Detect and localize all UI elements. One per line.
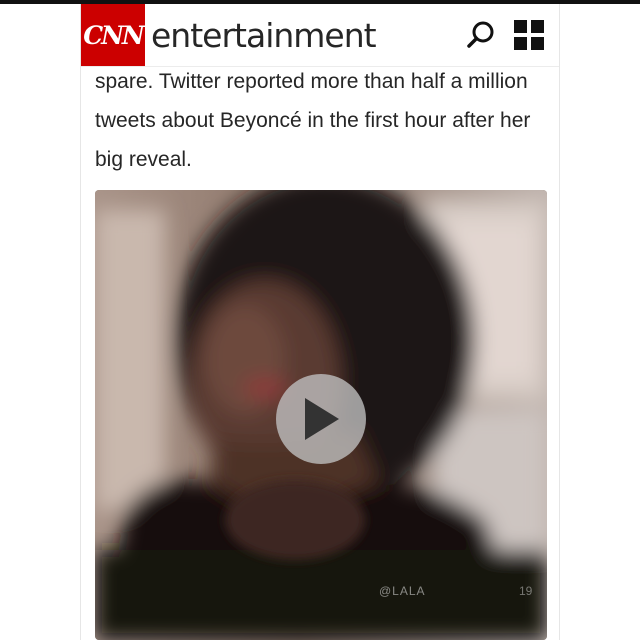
cnn-logo[interactable]: CNN <box>81 4 145 66</box>
video-watermark-suffix: 19 <box>519 584 533 598</box>
search-icon <box>467 21 494 48</box>
article-paragraph: spare. Twitter reported more than half a… <box>95 70 531 171</box>
section-title[interactable]: entertainment <box>151 16 463 55</box>
search-button[interactable] <box>463 17 499 53</box>
logo-text: CNN <box>83 20 145 50</box>
site-header: CNN entertainment <box>81 4 559 67</box>
grid-menu-icon <box>514 20 544 50</box>
video-player[interactable]: @LALA 19 <box>95 190 547 640</box>
play-icon <box>305 398 339 440</box>
menu-button[interactable] <box>511 17 547 53</box>
video-watermark: @LALA <box>379 584 426 598</box>
mobile-article-page: CNN entertainment spare. Twitter reporte… <box>80 4 560 640</box>
play-button[interactable] <box>276 374 366 464</box>
